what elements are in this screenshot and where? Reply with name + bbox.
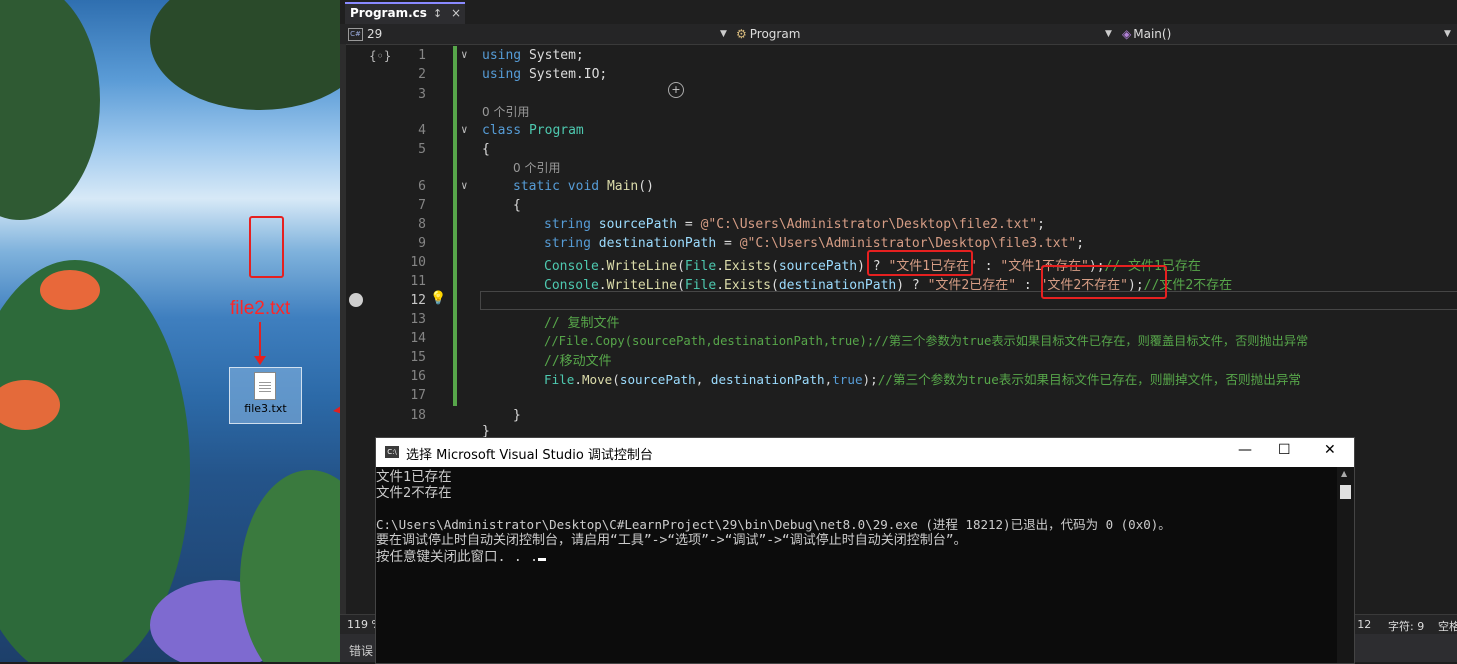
code-line: File.Move(sourcePath, destinationPath,tr…: [544, 372, 1302, 387]
console-line: 文件1已存在: [376, 469, 452, 485]
document-tab-bar: Program.cs ↕ ×: [340, 0, 1457, 26]
tree-foliage: [0, 0, 100, 220]
pin-icon[interactable]: ↕: [433, 7, 442, 20]
console-line: 文件2不存在: [376, 485, 452, 501]
whitespace-indicator: 空格: [1438, 620, 1457, 633]
tree-foliage: [150, 0, 340, 110]
fold-toggle-icon[interactable]: ∨: [461, 179, 468, 192]
line-number: 17: [410, 388, 426, 403]
line-number: 11: [410, 274, 426, 289]
method-icon: ◈: [1122, 27, 1132, 41]
csharp-project-icon: C#: [348, 28, 363, 41]
close-icon[interactable]: ×: [451, 6, 461, 20]
class-name: Program: [749, 27, 801, 41]
code-comment: // 复制文件: [544, 316, 620, 331]
code-line: static void Main(): [513, 179, 654, 194]
tab-title: Program.cs: [350, 6, 427, 20]
console-output[interactable]: 文件1已存在 文件2不存在 C:\Users\Administrator\Des…: [376, 467, 1336, 663]
console-line: 按任意键关闭此窗口. . .: [376, 549, 547, 565]
scroll-up-icon[interactable]: ▲: [1341, 469, 1347, 478]
console-app-icon: C:\: [385, 446, 399, 458]
project-dropdown[interactable]: C# 29: [348, 25, 728, 43]
codelens-reference[interactable]: 0 个引用: [482, 103, 529, 120]
line-number: 14: [410, 331, 426, 346]
line-number: 13: [410, 312, 426, 327]
minimize-button[interactable]: —: [1238, 442, 1252, 458]
highlight-box-file1-exists: [867, 250, 973, 276]
code-line: using System.IO;: [482, 67, 608, 82]
chevron-down-icon[interactable]: ▼: [720, 25, 727, 43]
code-comment: //File.Copy(sourcePath,destinationPath,t…: [544, 334, 1309, 348]
console-line: C:\Users\Administrator\Desktop\C#LearnPr…: [376, 517, 1171, 532]
code-line: {: [513, 198, 521, 213]
fold-toggle-icon[interactable]: ∨: [461, 48, 468, 61]
line-number: 8: [418, 217, 426, 232]
change-tracking-bar: [453, 46, 457, 406]
desktop-wallpaper: file2.txt file3.txt: [0, 0, 340, 662]
text-file-icon: [254, 372, 276, 400]
file-icon-label: file3.txt: [244, 402, 287, 415]
console-line: 要在调试停止时自动关闭控制台，请启用“工具”->“选项”->“调试”->“调试停…: [376, 533, 967, 548]
code-line: string sourcePath = @"C:\Users\Administr…: [544, 217, 1045, 232]
line-number: 15: [410, 350, 426, 365]
code-line: using System;: [482, 48, 584, 63]
member-dropdown[interactable]: ◈ Main(): [1122, 25, 1442, 43]
add-icon[interactable]: +: [668, 82, 684, 98]
member-name: Main(): [1133, 27, 1172, 41]
close-button[interactable]: ✕: [1324, 442, 1336, 458]
line-number: 5: [418, 142, 426, 157]
text-cursor: [538, 558, 547, 561]
navigation-bar: C# 29 ▼ ⚙ Program ▼ ◈ Main() ▼: [340, 24, 1457, 45]
line-number: 16: [410, 369, 426, 384]
class-dropdown[interactable]: ⚙ Program: [736, 25, 1106, 43]
code-line: class Program: [482, 123, 584, 138]
column-indicator: 字符: 9: [1388, 620, 1425, 633]
maximize-button[interactable]: ☐: [1278, 442, 1291, 458]
chevron-down-icon[interactable]: ▼: [1105, 25, 1112, 43]
arrow-down: [259, 322, 261, 358]
codelens-reference[interactable]: 0 个引用: [513, 159, 560, 176]
line-number: 12: [410, 293, 426, 308]
file3-desktop-icon[interactable]: file3.txt: [229, 367, 302, 424]
file2-note: file2.txt: [230, 298, 291, 319]
line-number: 10: [410, 255, 426, 270]
line-number: 18: [410, 408, 426, 423]
code-line: string destinationPath = @"C:\Users\Admi…: [544, 236, 1085, 251]
code-line: {: [482, 142, 490, 157]
bush-right: [240, 470, 340, 662]
line-number: 2: [418, 67, 426, 82]
console-titlebar[interactable]: C:\ 选择 Microsoft Visual Studio 调试控制台 — ☐…: [376, 438, 1354, 467]
line-number: 3: [418, 87, 426, 102]
code-line: }: [513, 408, 521, 423]
flowers-orange: [40, 270, 100, 310]
code-comment: //移动文件: [544, 354, 612, 369]
debug-console-window[interactable]: C:\ 选择 Microsoft Visual Studio 调试控制台 — ☐…: [375, 437, 1355, 664]
scrollbar-thumb[interactable]: [1340, 485, 1351, 499]
class-icon: ⚙: [736, 27, 747, 41]
line-number: 9: [418, 236, 426, 251]
console-scrollbar[interactable]: ▲: [1337, 467, 1354, 663]
line-number: 7: [418, 198, 426, 213]
line-number: 6: [418, 179, 426, 194]
lightbulb-icon[interactable]: 💡: [430, 291, 446, 306]
tab-program-cs[interactable]: Program.cs ↕ ×: [345, 2, 465, 26]
current-line-highlight: [480, 291, 1457, 310]
line-number: 4: [418, 123, 426, 138]
highlight-box-empty-slot: [249, 216, 284, 278]
line-number: 1: [418, 48, 426, 63]
fold-toggle-icon[interactable]: ∨: [461, 123, 468, 136]
project-name: 29: [367, 27, 383, 41]
chevron-down-icon[interactable]: ▼: [1444, 25, 1451, 43]
arrow-down-head: [254, 356, 266, 365]
highlight-box-file2-missing: [1041, 265, 1167, 299]
console-title: 选择 Microsoft Visual Studio 调试控制台: [406, 448, 653, 463]
tab-error-list[interactable]: 错误: [349, 642, 373, 659]
